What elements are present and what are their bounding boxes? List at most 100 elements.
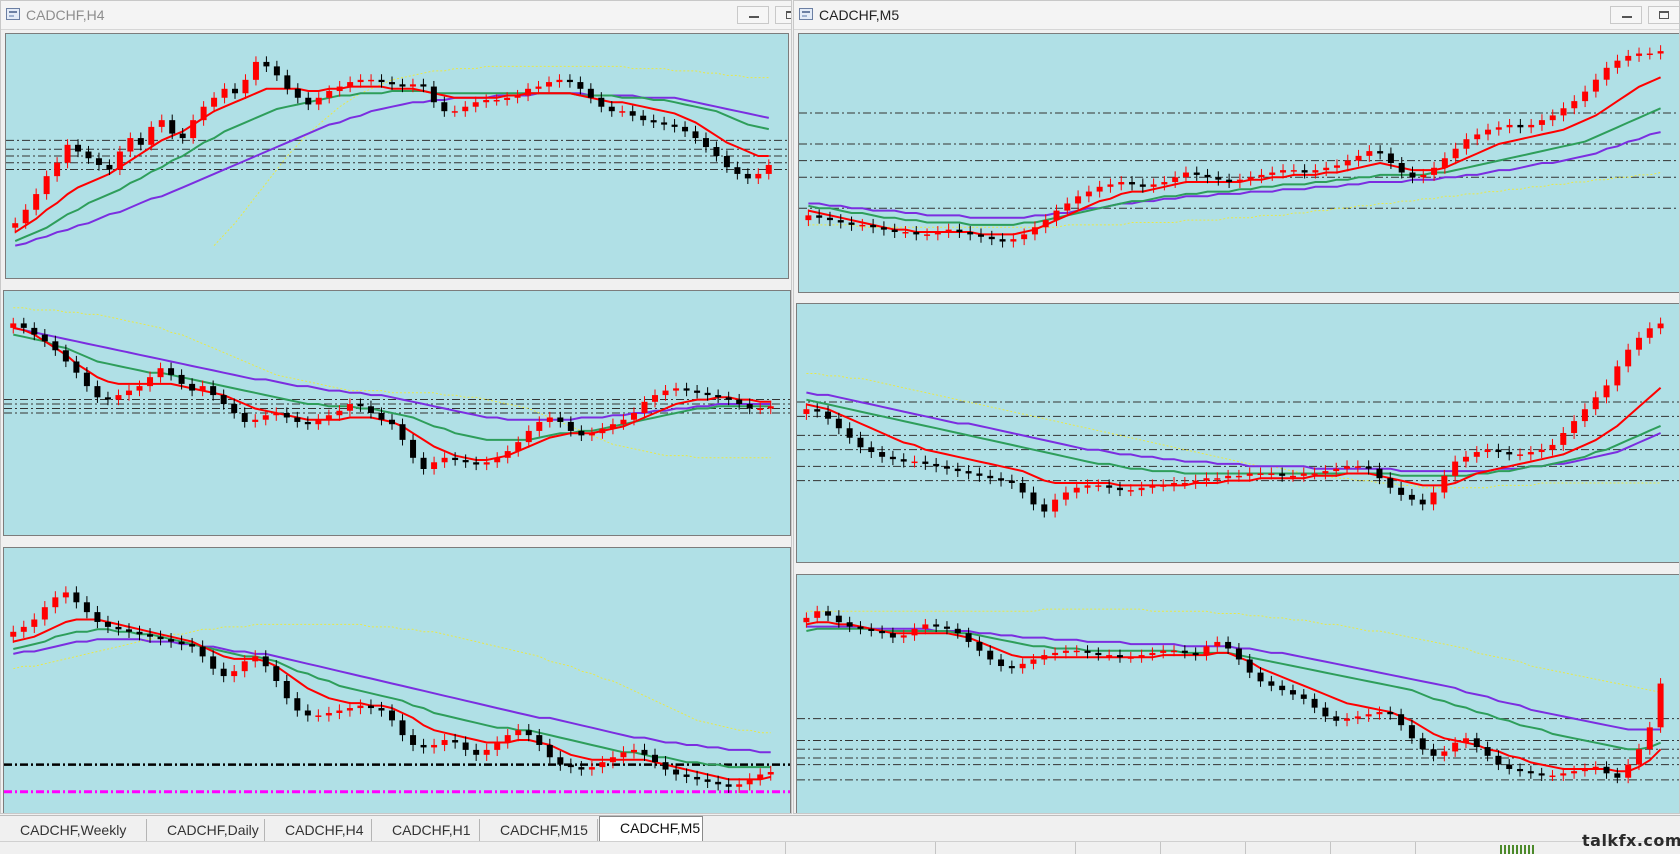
candle [954, 468, 961, 472]
candle [336, 410, 343, 416]
status-separator [1245, 842, 1246, 854]
maximize-icon[interactable] [775, 6, 791, 24]
chart-window-icon [799, 8, 813, 20]
candle [578, 430, 585, 436]
window-titlebar-left[interactable]: CADCHF,H4 [1, 1, 791, 30]
tab-cadchf-h4[interactable]: CADCHF,H4 [265, 819, 372, 841]
candle [1635, 749, 1642, 765]
moving-average-ma-slow [13, 326, 771, 421]
candle [826, 217, 833, 221]
candle [241, 661, 248, 672]
chart-panel-right-bottom[interactable] [796, 574, 1679, 813]
candle [1193, 172, 1200, 175]
candle [967, 232, 974, 235]
candle [557, 417, 564, 422]
candle [671, 124, 678, 127]
tab-cadchf-h1[interactable]: CADCHF,H1 [372, 819, 480, 841]
candle [1560, 773, 1567, 776]
candle [673, 388, 680, 391]
candle [545, 82, 552, 87]
candle [504, 451, 511, 458]
candle [1280, 170, 1287, 173]
candle [1289, 690, 1296, 695]
candle [1657, 683, 1664, 728]
tab-cadchf-m5[interactable]: CADCHF,M5 [599, 816, 703, 841]
candle [1571, 771, 1578, 774]
candle [692, 131, 699, 139]
moving-average-ma-slow [806, 391, 1662, 473]
candle [493, 100, 500, 102]
candle [1485, 129, 1492, 135]
chart-panel-left-middle[interactable] [3, 290, 791, 536]
candle [1366, 151, 1373, 156]
candle [1452, 742, 1459, 752]
candle [1052, 499, 1059, 512]
candle [889, 633, 896, 638]
chart-panel-right-top[interactable] [798, 33, 1679, 293]
candle [715, 781, 722, 785]
candle [54, 162, 61, 177]
tab-cadchf-weekly[interactable]: CADCHF,Weekly [0, 819, 147, 841]
candle [1279, 473, 1286, 476]
tab-cadchf-m15[interactable]: CADCHF,M15 [480, 819, 598, 841]
minimize-icon[interactable] [1610, 6, 1642, 24]
candle [629, 111, 636, 116]
chart-window-left[interactable]: CADCHF,H4 [0, 0, 792, 814]
candle [805, 215, 812, 221]
candle [262, 415, 269, 420]
tab-cadchf-daily[interactable]: CADCHF,Daily [147, 819, 265, 841]
candle [83, 602, 90, 613]
candle [1019, 482, 1026, 493]
candle [399, 424, 406, 440]
candle [1311, 473, 1318, 475]
candle [22, 209, 29, 224]
candle [588, 433, 595, 436]
candle [1549, 115, 1556, 121]
candle [273, 666, 280, 681]
candle [1268, 681, 1275, 686]
candle [803, 617, 810, 623]
candle [868, 628, 875, 631]
candle [190, 120, 197, 139]
maximize-icon[interactable] [1648, 6, 1679, 24]
candle [1603, 67, 1610, 80]
candle [357, 79, 364, 83]
candle [1408, 494, 1415, 500]
candle [567, 421, 574, 431]
candle [1592, 397, 1599, 410]
candle [1625, 764, 1632, 778]
candle [998, 659, 1005, 667]
candle [835, 418, 842, 429]
chart-panel-left-bottom[interactable] [3, 547, 791, 813]
candle [1127, 490, 1134, 492]
minimize-icon[interactable] [737, 6, 769, 24]
candle [1106, 655, 1113, 657]
candle [147, 377, 154, 387]
chart-panel-left-top[interactable] [5, 33, 789, 279]
candle [1095, 485, 1102, 487]
candle [1473, 738, 1480, 748]
chart-window-right[interactable]: CADCHF,M5 [793, 0, 1680, 814]
chart-panel-right-middle[interactable] [796, 303, 1679, 563]
candle [462, 742, 469, 750]
candle [1473, 452, 1480, 457]
candle [1571, 101, 1578, 109]
candle [115, 395, 122, 400]
candle [1387, 153, 1394, 163]
candle [199, 646, 206, 657]
candle [1192, 652, 1199, 656]
candle [1387, 478, 1394, 488]
candle [1409, 172, 1416, 178]
candle [431, 744, 438, 748]
candle [846, 622, 853, 627]
moving-average-ma-long [808, 172, 1661, 228]
candle [1181, 650, 1188, 653]
candle [1474, 134, 1481, 140]
candle [1215, 177, 1222, 180]
candle [273, 66, 280, 76]
window-titlebar-right[interactable]: CADCHF,M5 [794, 1, 1679, 30]
candle [1603, 385, 1610, 398]
candle [891, 229, 898, 233]
candle [1538, 120, 1545, 125]
candle [1192, 480, 1199, 483]
